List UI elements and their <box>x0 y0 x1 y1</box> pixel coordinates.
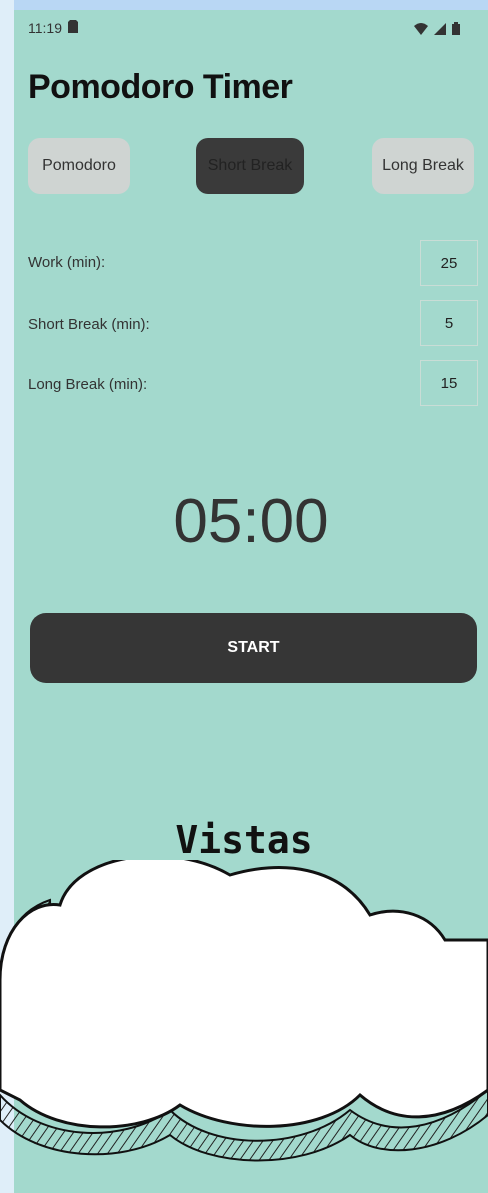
short-break-minutes-value: 5 <box>444 314 454 332</box>
cloud-illustration <box>0 860 488 1162</box>
sim-icon <box>68 20 78 36</box>
signal-icon <box>434 22 446 40</box>
status-bar: 11:19 <box>28 20 78 36</box>
long-break-minutes-value: 15 <box>440 374 458 392</box>
work-minutes-label: Work (min): <box>28 254 106 271</box>
long-break-minutes-label: Long Break (min): <box>28 376 148 393</box>
start-button[interactable]: START <box>30 613 477 683</box>
long-break-mode-button[interactable]: Long Break <box>372 138 474 194</box>
status-time: 11:19 <box>28 20 62 36</box>
timer-display: 05:00 <box>173 487 329 556</box>
short-break-minutes-input[interactable]: 5 <box>420 300 478 346</box>
short-break-mode-button[interactable]: Short Break <box>196 138 304 194</box>
short-break-minutes-label: Short Break (min): <box>28 316 150 333</box>
pomodoro-mode-label: Pomodoro <box>42 157 116 174</box>
battery-icon <box>452 22 460 40</box>
short-break-mode-label: Short Break <box>207 157 293 174</box>
long-break-mode-label: Long Break <box>382 157 464 174</box>
long-break-minutes-input[interactable]: 15 <box>420 360 478 406</box>
page-title: Pomodoro Timer <box>28 68 293 106</box>
work-minutes-input[interactable]: 25 <box>420 240 478 286</box>
start-button-label: START <box>227 639 280 656</box>
status-icons <box>414 22 460 40</box>
pomodoro-mode-button[interactable]: Pomodoro <box>28 138 130 194</box>
cloud-label: Vistas <box>175 818 313 862</box>
work-minutes-value: 25 <box>440 254 458 272</box>
wifi-icon <box>414 22 428 40</box>
